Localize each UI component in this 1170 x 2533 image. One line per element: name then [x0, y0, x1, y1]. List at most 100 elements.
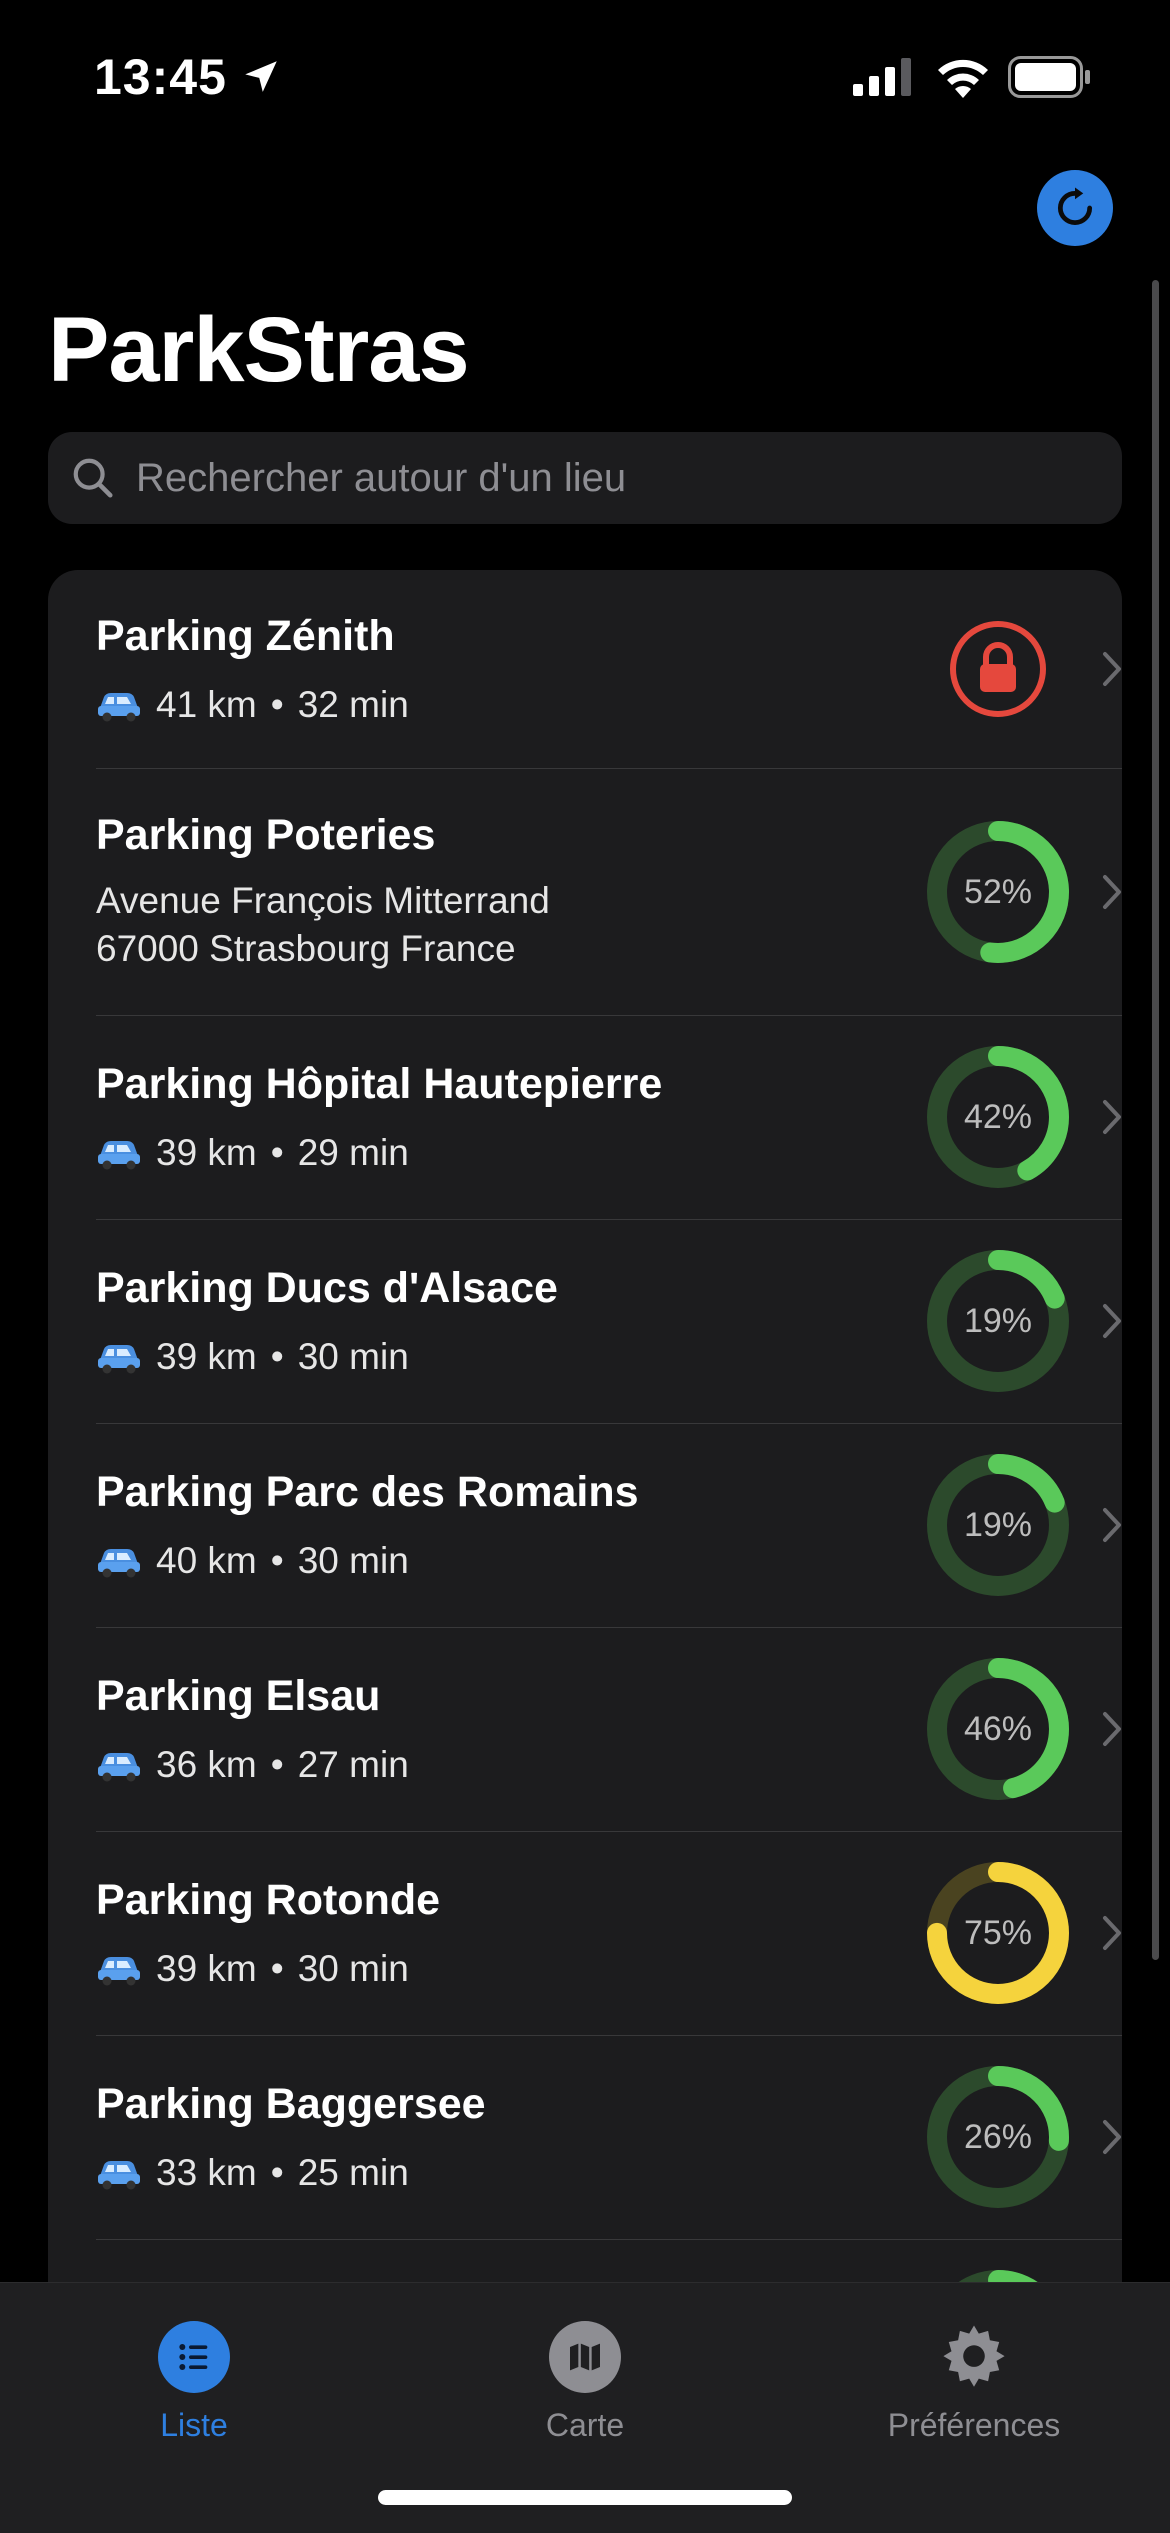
parking-duration: 25 min	[297, 2152, 409, 2193]
parking-distance: 36 km	[156, 1744, 257, 1785]
cellular-signal-icon	[853, 58, 911, 96]
chevron-right-icon	[1103, 652, 1121, 686]
tab-label: Préférences	[887, 2407, 1061, 2443]
status-bar: 13:45	[0, 0, 1170, 150]
separator-dot: •	[270, 684, 284, 725]
refresh-icon	[1057, 187, 1093, 226]
car-icon	[98, 1549, 140, 1578]
separator-dot: •	[270, 1948, 284, 1989]
car-icon	[98, 693, 140, 722]
map-icon	[549, 2321, 621, 2393]
parking-name: Parking Poteries	[96, 811, 436, 859]
parking-row-zenith[interactable]: Parking Zénith 41 km • 32 min	[96, 570, 1122, 769]
occupancy-label: 42%	[963, 1097, 1033, 1136]
wifi-icon	[938, 59, 988, 98]
occupancy-gauge: 46%	[924, 1655, 1072, 1803]
search-input[interactable]	[134, 454, 1088, 502]
parking-travel-info: 39 km • 29 min	[96, 1132, 409, 1174]
chevron-right-icon	[1103, 875, 1121, 909]
parking-row-rotonde[interactable]: Parking Rotonde 39 km • 30 min 75%	[96, 1832, 1122, 2036]
car-icon	[98, 1141, 140, 1170]
parking-duration: 30 min	[297, 1948, 409, 1989]
parking-row-ducs-alsace[interactable]: Parking Ducs d'Alsace 39 km • 30 min 19%	[96, 1220, 1122, 1424]
parking-distance: 41 km	[156, 684, 257, 725]
parking-travel-info: 41 km • 32 min	[96, 684, 409, 726]
parking-name: Parking Ducs d'Alsace	[96, 1264, 558, 1312]
tab-label: Liste	[160, 2407, 228, 2443]
separator-dot: •	[270, 1336, 284, 1377]
separator-dot: •	[270, 2152, 284, 2193]
status-time: 13:45	[94, 49, 227, 105]
parking-name: Parking Baggersee	[96, 2080, 486, 2128]
parking-distance: 39 km	[156, 1132, 257, 1173]
search-icon	[73, 458, 113, 498]
parking-row-poteries[interactable]: Parking Poteries Avenue François Mitterr…	[96, 769, 1122, 1016]
list-icon	[158, 2321, 230, 2393]
car-icon	[98, 2161, 140, 2190]
chevron-right-icon	[1103, 1508, 1121, 1542]
chevron-right-icon	[1103, 1304, 1121, 1338]
address-line2: 67000 Strasbourg France	[96, 928, 516, 969]
tab-preferences[interactable]: Préférences	[824, 2299, 1124, 2479]
parking-travel-info: 40 km • 30 min	[96, 1540, 409, 1582]
occupancy-label: 19%	[963, 1301, 1033, 1340]
parking-travel-info: 39 km • 30 min	[96, 1336, 409, 1378]
tab-liste[interactable]: Liste	[44, 2299, 344, 2479]
occupancy-label: 52%	[963, 872, 1033, 911]
chevron-right-icon	[1103, 2120, 1121, 2154]
parking-travel-info: 36 km • 27 min	[96, 1744, 409, 1786]
separator-dot: •	[270, 1132, 284, 1173]
tab-label: Carte	[545, 2407, 625, 2443]
parking-travel-info: 39 km • 30 min	[96, 1948, 409, 1990]
parking-duration: 27 min	[297, 1744, 409, 1785]
car-icon	[98, 1957, 140, 1986]
occupancy-label: 26%	[963, 2117, 1033, 2156]
separator-dot: •	[270, 1744, 284, 1785]
home-indicator[interactable]	[378, 2490, 792, 2505]
occupancy-label: 75%	[963, 1913, 1033, 1952]
occupancy-gauge: 19%	[924, 1451, 1072, 1599]
refresh-button[interactable]	[1037, 170, 1113, 246]
parking-travel-info: 33 km • 25 min	[96, 2152, 409, 2194]
chevron-right-icon	[1103, 1916, 1121, 1950]
parking-duration: 32 min	[297, 684, 409, 725]
occupancy-label: 19%	[963, 1505, 1033, 1544]
battery-icon	[1008, 56, 1090, 98]
parking-distance: 40 km	[156, 1540, 257, 1581]
parking-address: Avenue François Mitterrand 67000 Strasbo…	[96, 877, 550, 973]
parking-name: Parking Hôpital Hautepierre	[96, 1060, 663, 1108]
gear-icon	[938, 2321, 1010, 2393]
parking-row-elsau[interactable]: Parking Elsau 36 km • 27 min 46%	[96, 1628, 1122, 1832]
occupancy-gauge: 42%	[924, 1043, 1072, 1191]
parking-duration: 29 min	[297, 1132, 409, 1173]
page-title: ParkStras	[48, 299, 470, 401]
parking-row-baggersee[interactable]: Parking Baggersee 33 km • 25 min 26%	[96, 2036, 1122, 2240]
parking-distance: 39 km	[156, 1336, 257, 1377]
parking-duration: 30 min	[297, 1540, 409, 1581]
chevron-right-icon	[1103, 1100, 1121, 1134]
parking-name: Parking Parc des Romains	[96, 1468, 639, 1516]
occupancy-label: 46%	[963, 1709, 1033, 1748]
occupancy-gauge: 19%	[924, 1247, 1072, 1395]
closed-lock-icon	[950, 621, 1046, 717]
parking-distance: 33 km	[156, 2152, 257, 2193]
scroll-indicator[interactable]	[1152, 280, 1159, 1960]
parking-name: Parking Elsau	[96, 1672, 381, 1720]
parking-name: Parking Rotonde	[96, 1876, 441, 1924]
location-arrow-icon	[245, 61, 277, 92]
chevron-right-icon	[1103, 1712, 1121, 1746]
separator-dot: •	[270, 1540, 284, 1581]
parking-row-hautepierre[interactable]: Parking Hôpital Hautepierre 39 km • 29 m…	[96, 1016, 1122, 1220]
search-bar[interactable]	[48, 432, 1122, 524]
parking-name: Parking Zénith	[96, 612, 395, 660]
occupancy-gauge: 26%	[924, 2063, 1072, 2211]
car-icon	[98, 1345, 140, 1374]
parking-row-parc-romains[interactable]: Parking Parc des Romains 40 km • 30 min …	[96, 1424, 1122, 1628]
parking-distance: 39 km	[156, 1948, 257, 1989]
parking-duration: 30 min	[297, 1336, 409, 1377]
car-icon	[98, 1753, 140, 1782]
parking-list: Parking Zénith 41 km • 32 min Parking Po…	[48, 570, 1122, 2290]
tab-carte[interactable]: Carte	[435, 2299, 735, 2479]
occupancy-gauge: 75%	[924, 1859, 1072, 2007]
address-line1: Avenue François Mitterrand	[96, 880, 550, 921]
